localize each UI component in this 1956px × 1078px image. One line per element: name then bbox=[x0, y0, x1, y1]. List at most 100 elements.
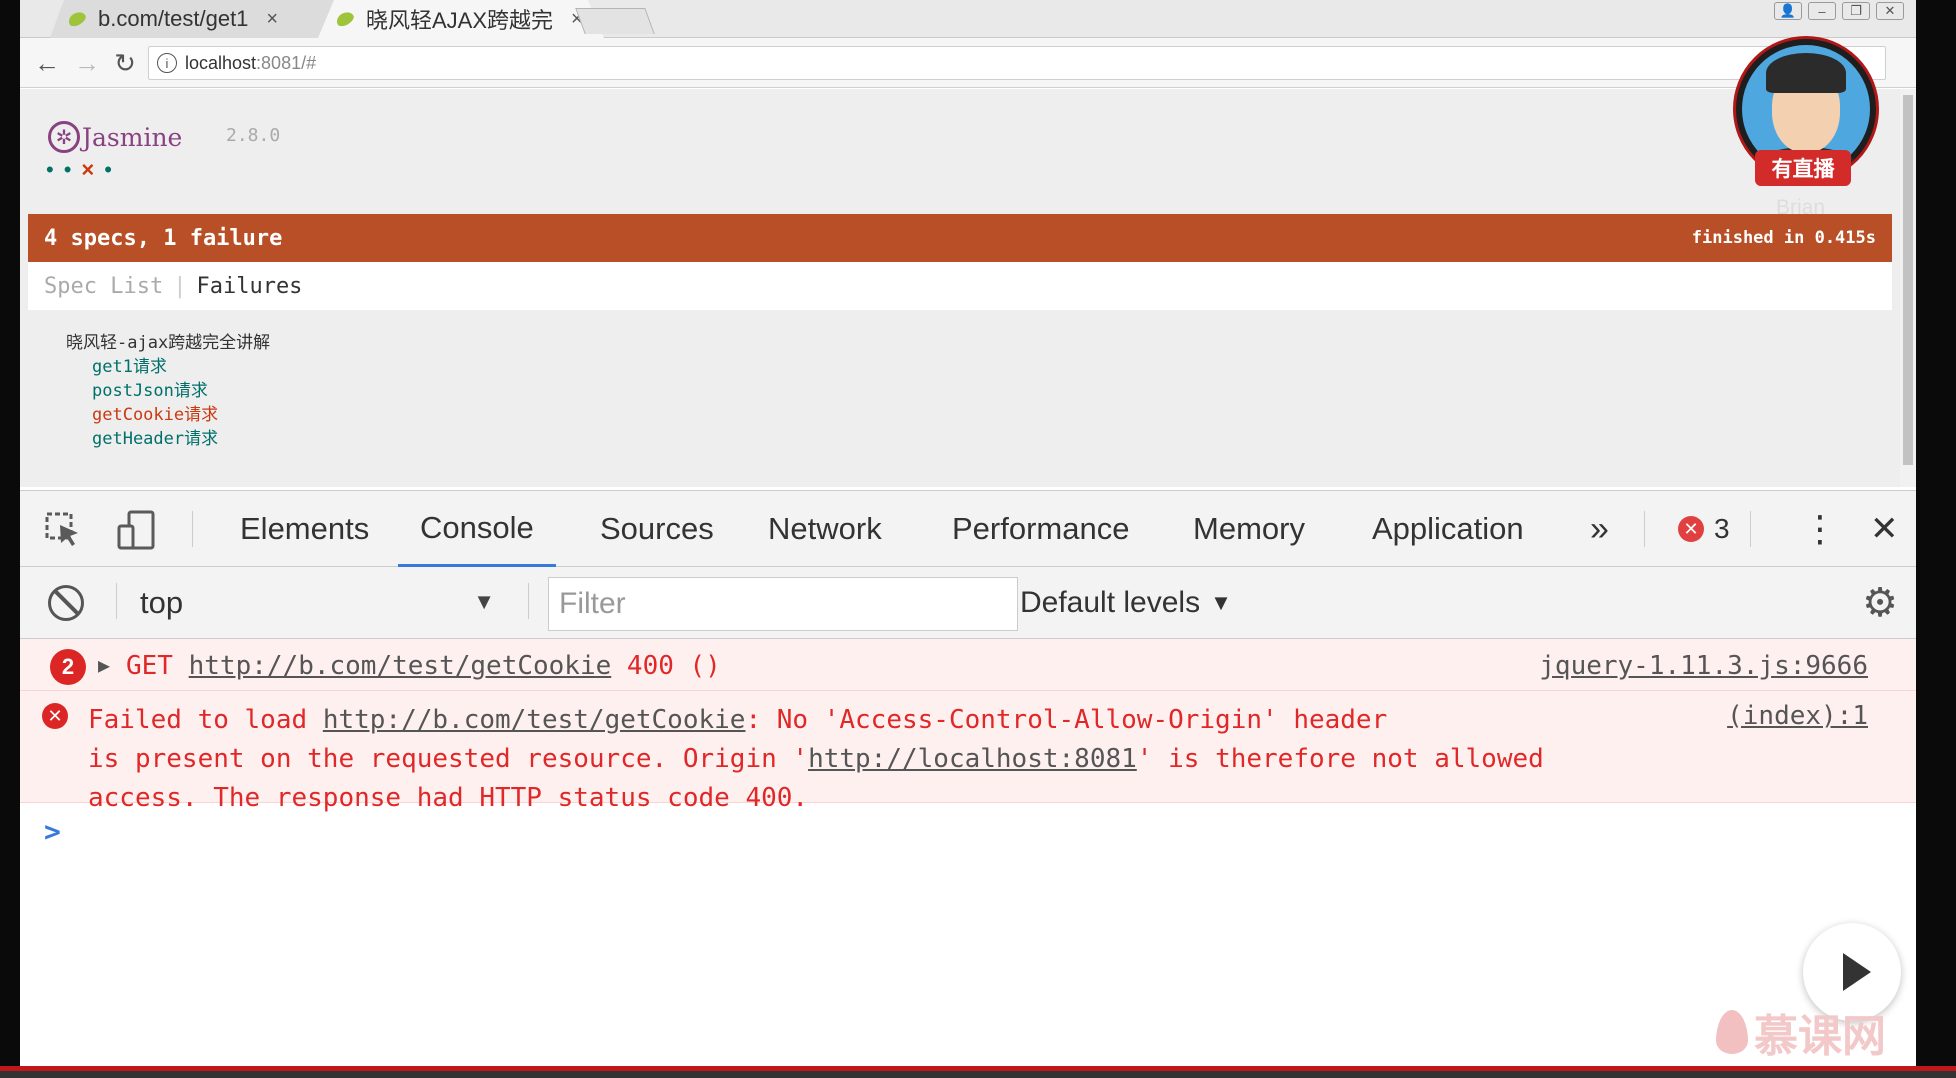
flame-icon bbox=[1716, 1010, 1748, 1054]
url-input[interactable]: i localhost:8081/# bbox=[148, 46, 1886, 80]
leaf-favicon-icon bbox=[334, 9, 356, 28]
console-prompt-icon[interactable]: > bbox=[44, 815, 61, 848]
tab-application[interactable]: Application bbox=[1372, 491, 1524, 567]
clear-console-icon[interactable] bbox=[48, 585, 84, 621]
scrollbar-thumb[interactable] bbox=[1903, 95, 1913, 465]
live-badge[interactable]: 有直播 bbox=[1755, 150, 1851, 186]
levels-label: Default levels bbox=[1020, 586, 1201, 619]
back-button[interactable]: ← bbox=[30, 46, 64, 80]
tab-title: b.com/test/get1 bbox=[98, 6, 249, 31]
source-link[interactable]: (index):1 bbox=[1727, 701, 1868, 731]
tab-performance[interactable]: Performance bbox=[952, 491, 1129, 567]
console-toolbar: top ▼ Default levels ▼ ⚙ bbox=[20, 567, 1916, 639]
restore-button[interactable]: ❐ bbox=[1842, 2, 1870, 20]
spec-item[interactable]: get1请求 bbox=[66, 355, 270, 379]
page-content: ✲ Jasmine 2.8.0 ••×• 4 specs, 1 failure … bbox=[20, 89, 1900, 487]
toolbar-divider bbox=[528, 583, 529, 619]
context-value: top bbox=[140, 585, 184, 620]
window-controls: 👤 – ❐ ✕ bbox=[1762, 0, 1916, 22]
url-host: localhost bbox=[185, 52, 257, 73]
error-counter[interactable]: ✕ 3 bbox=[1678, 513, 1730, 545]
summary-bar: 4 specs, 1 failure finished in 0.415s bbox=[28, 214, 1892, 262]
device-toolbar-icon[interactable] bbox=[116, 509, 158, 551]
filter-input[interactable] bbox=[548, 577, 1018, 631]
toolbar-divider bbox=[192, 511, 193, 547]
toolbar-divider bbox=[1644, 511, 1645, 547]
progress-fill bbox=[0, 1066, 1956, 1071]
status-text: 400 () bbox=[611, 651, 721, 681]
spec-list-link[interactable]: Spec List bbox=[44, 274, 163, 299]
tab-title: 晓风轻AJAX跨越完 bbox=[366, 8, 554, 33]
expand-triangle-icon[interactable]: ▶ bbox=[98, 653, 110, 677]
failed-x[interactable]: × bbox=[81, 157, 104, 182]
inspect-element-icon[interactable] bbox=[42, 509, 84, 551]
log-levels-dropdown[interactable]: Default levels ▼ bbox=[1020, 581, 1232, 625]
error-icon: ✕ bbox=[1678, 516, 1704, 542]
spec-item[interactable]: getHeader请求 bbox=[66, 427, 270, 451]
jasmine-logo[interactable]: ✲ Jasmine bbox=[48, 121, 182, 153]
error-count: 3 bbox=[1714, 513, 1730, 544]
spec-dots: ••×• bbox=[46, 157, 122, 183]
info-icon[interactable]: i bbox=[157, 53, 177, 73]
reload-button[interactable]: ↻ bbox=[108, 46, 142, 80]
caret-down-icon: ▼ bbox=[1210, 590, 1232, 615]
console-output: 2 ▶ GET http://b.com/test/getCookie 400 … bbox=[20, 639, 1916, 1066]
spec-item-failed[interactable]: getCookie请求 bbox=[66, 403, 270, 427]
tab-network[interactable]: Network bbox=[768, 491, 882, 567]
finished-time: finished in 0.415s bbox=[1691, 228, 1876, 248]
jasmine-logo-text: Jasmine bbox=[82, 122, 183, 152]
source-link[interactable]: jquery-1.11.3.js:9666 bbox=[1539, 651, 1868, 681]
spec-summary: 4 specs, 1 failure bbox=[44, 225, 283, 251]
browser-window: b.com/test/get1 × 晓风轻AJAX跨越完 × 👤 – ❐ ✕ ←… bbox=[20, 0, 1916, 1066]
passed-dot[interactable]: • bbox=[104, 157, 122, 182]
tab-sources[interactable]: Sources bbox=[600, 491, 714, 567]
forward-button[interactable]: → bbox=[70, 46, 104, 80]
leaf-favicon-icon bbox=[66, 9, 88, 29]
tab-strip: b.com/test/get1 × 晓风轻AJAX跨越完 × 👤 – ❐ ✕ bbox=[20, 0, 1916, 38]
browser-tab-get1[interactable]: b.com/test/get1 × bbox=[50, 0, 340, 38]
minimize-button[interactable]: – bbox=[1808, 2, 1836, 20]
kebab-menu-icon[interactable]: ⋮ bbox=[1802, 491, 1838, 567]
profile-icon[interactable]: 👤 bbox=[1774, 2, 1802, 20]
gear-icon[interactable]: ⚙ bbox=[1858, 581, 1902, 625]
watermark-text: 慕课网 bbox=[1754, 1012, 1886, 1061]
tab-elements[interactable]: Elements bbox=[240, 491, 369, 567]
spec-item[interactable]: postJson请求 bbox=[66, 379, 270, 403]
close-window-button[interactable]: ✕ bbox=[1876, 2, 1904, 20]
url-path: :8081/# bbox=[256, 52, 317, 73]
suite-title[interactable]: 晓风轻-ajax跨越完全讲解 bbox=[66, 331, 270, 355]
caret-down-icon: ▼ bbox=[473, 589, 495, 614]
more-tabs-button[interactable]: » bbox=[1590, 491, 1609, 567]
tab-memory[interactable]: Memory bbox=[1193, 491, 1305, 567]
error-prefix: Failed to load bbox=[88, 705, 323, 735]
toolbar-divider bbox=[116, 583, 117, 619]
tab-close-icon[interactable]: × bbox=[266, 8, 278, 31]
request-url-link[interactable]: http://b.com/test/getCookie bbox=[323, 705, 746, 735]
passed-dot[interactable]: • bbox=[46, 157, 64, 182]
results-menu: Spec List | Failures bbox=[28, 262, 1892, 310]
tab-console[interactable]: Console bbox=[398, 491, 556, 567]
console-error-row[interactable]: 2 ▶ GET http://b.com/test/getCookie 400 … bbox=[20, 639, 1916, 691]
address-bar: ← → ↻ i localhost:8081/# bbox=[20, 38, 1916, 88]
request-url-link[interactable]: http://b.com/test/getCookie bbox=[189, 651, 612, 681]
devtools-tab-bar: Elements Console Sources Network Perform… bbox=[20, 491, 1916, 567]
imooc-watermark: 慕课网 bbox=[1716, 1000, 1886, 1064]
browser-tab-active[interactable]: 晓风轻AJAX跨越完 × bbox=[318, 0, 604, 38]
context-selector[interactable]: top ▼ bbox=[118, 581, 513, 625]
video-progress-bar[interactable] bbox=[0, 1066, 1956, 1078]
origin-link[interactable]: http://localhost:8081 bbox=[808, 744, 1137, 774]
avatar-hair bbox=[1766, 53, 1846, 93]
passed-dot[interactable]: • bbox=[64, 157, 82, 182]
failures-link[interactable]: Failures bbox=[196, 274, 302, 299]
page-scrollbar[interactable] bbox=[1900, 89, 1916, 487]
presenter-name: Brian bbox=[1776, 196, 1826, 219]
repeat-count-badge: 2 bbox=[50, 649, 86, 685]
error-icon: ✕ bbox=[42, 703, 68, 729]
error-text: GET http://b.com/test/getCookie 400 () bbox=[126, 651, 721, 681]
new-tab-button[interactable] bbox=[575, 8, 655, 34]
devtools-panel: Elements Console Sources Network Perform… bbox=[20, 490, 1916, 1066]
console-error-row[interactable]: ✕ Failed to load http://b.com/test/getCo… bbox=[20, 691, 1916, 813]
close-devtools-icon[interactable]: ✕ bbox=[1870, 491, 1899, 567]
jasmine-flower-icon: ✲ bbox=[48, 121, 80, 153]
jasmine-version: 2.8.0 bbox=[226, 125, 281, 146]
